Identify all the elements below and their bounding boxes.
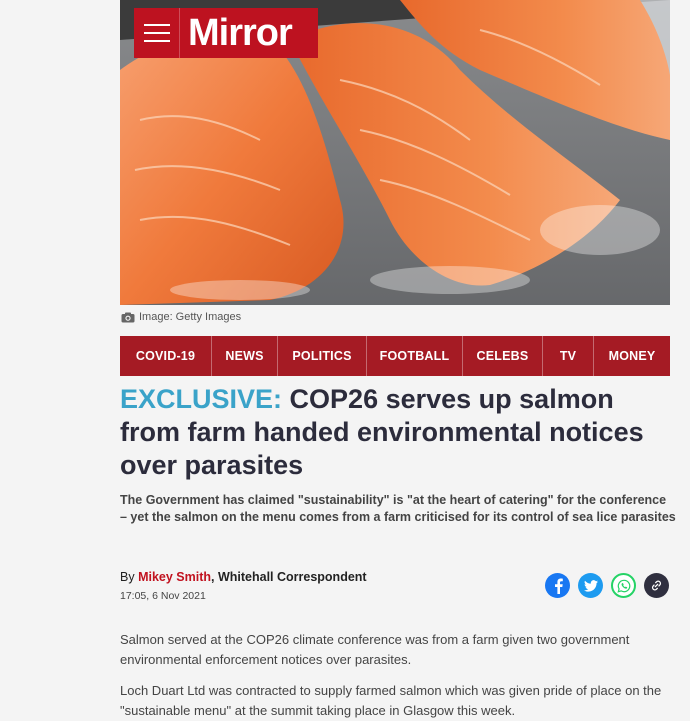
author-role: , Whitehall Correspondent [211, 570, 367, 584]
exclusive-label: EXCLUSIVE: [120, 384, 283, 414]
publish-timestamp: 17:05, 6 Nov 2021 [120, 590, 206, 602]
nav-item-tv[interactable]: TV [543, 336, 594, 376]
facebook-share-button[interactable] [545, 573, 570, 598]
nav-item-covid19[interactable]: COVID-19 [120, 336, 212, 376]
article-headline: EXCLUSIVE: COP26 serves up salmon from f… [120, 383, 670, 482]
nav-item-football[interactable]: FOOTBALL [367, 336, 463, 376]
hamburger-icon[interactable] [134, 8, 180, 58]
copy-link-button[interactable] [644, 573, 669, 598]
article-paragraph: Salmon served at the COP26 climate confe… [120, 632, 630, 667]
section-nav: COVID-19 NEWS POLITICS FOOTBALL CELEBS T… [120, 336, 670, 376]
nav-item-politics[interactable]: POLITICS [278, 336, 367, 376]
nav-item-news[interactable]: NEWS [212, 336, 278, 376]
whatsapp-share-button[interactable] [611, 573, 636, 598]
site-masthead: Mirror [134, 8, 318, 58]
whatsapp-icon [616, 579, 630, 593]
camera-icon [121, 312, 135, 322]
byline: By Mikey Smith, Whitehall Correspondent [120, 570, 367, 584]
byline-prefix: By [120, 570, 135, 584]
twitter-icon [583, 579, 598, 592]
image-caption: Image: Getty Images [121, 311, 241, 323]
article-paragraph: Loch Duart Ltd was contracted to supply … [120, 683, 662, 718]
link-icon [652, 580, 661, 591]
nav-item-money[interactable]: MONEY [594, 336, 670, 376]
brand-logo[interactable]: Mirror [180, 8, 293, 58]
share-bar [545, 573, 669, 598]
facebook-icon [554, 578, 563, 594]
twitter-share-button[interactable] [578, 573, 603, 598]
author-link[interactable]: Mikey Smith [138, 570, 211, 584]
nav-item-celebs[interactable]: CELEBS [463, 336, 543, 376]
caption-text: Image: Getty Images [139, 311, 242, 323]
article-standfirst: The Government has claimed "sustainabili… [120, 493, 676, 524]
